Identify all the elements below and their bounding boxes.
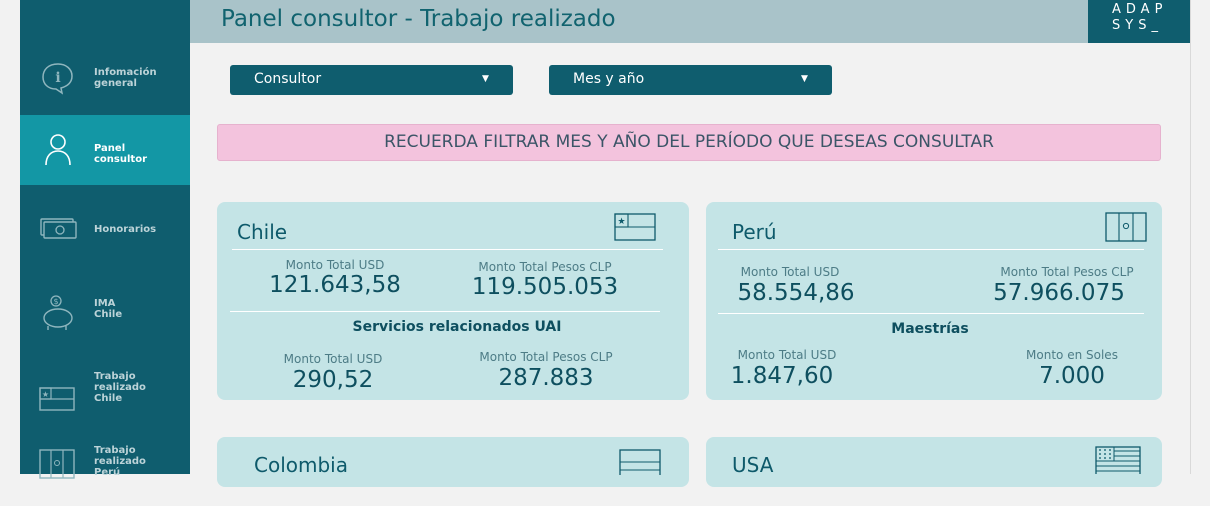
sidebar-item-label: Trabajo realizado Chile	[94, 371, 146, 404]
logo-text-line1: ADAP	[1112, 2, 1168, 17]
section-title: Servicios relacionados UAI	[352, 319, 562, 335]
sidebar-item-label: Honorarios	[94, 224, 157, 235]
divider	[230, 311, 660, 312]
consultor-dropdown-label: Consultor	[254, 71, 322, 87]
card-title: Chile	[237, 220, 288, 244]
usd-value: 1.847,60	[730, 363, 834, 389]
sidebar-item-label: Trabajo realizado Perú	[94, 445, 146, 478]
page-title: Panel consultor - Trabajo realizado	[221, 6, 616, 32]
chile-card: Chile ★ Monto Total USD 121.643,58 Monto…	[217, 202, 689, 400]
sidebar: i Infomación general Panel consultor Honor…	[20, 0, 190, 479]
card-title: Colombia	[254, 453, 348, 477]
usd-label: Monto Total USD	[283, 352, 383, 366]
usd-label: Monto Total USD	[737, 348, 837, 362]
usd-value: 290,52	[292, 367, 374, 393]
svg-text:★: ★	[42, 390, 49, 399]
adapsys-logo: ADAP SYS_	[1088, 0, 1190, 43]
usa-flag-icon	[1095, 446, 1141, 474]
filter-reminder-banner: RECUERDA FILTRAR MES Y AÑO DEL PERÍODO Q…	[217, 124, 1161, 161]
logo-text-line2: SYS_	[1112, 18, 1163, 33]
colombia-flag-icon	[619, 449, 661, 475]
clp-value: 57.966.075	[993, 280, 1125, 306]
divider	[718, 249, 1144, 250]
clp-label: Monto Total Pesos CLP	[478, 260, 612, 274]
section-title: Maestrías	[891, 321, 969, 337]
clp-value: 287.883	[498, 365, 594, 391]
clp-label: Monto Total Pesos CLP	[479, 350, 613, 364]
clp-value: 119.505.053	[471, 274, 619, 300]
chile-flag-icon: ★	[39, 387, 75, 411]
sidebar-item-panel-consultor[interactable]: Panel consultor	[20, 115, 190, 185]
usd-value: 121.643,58	[269, 272, 401, 298]
sidebar-item-label: Infomación general	[94, 67, 157, 89]
usd-label: Monto Total USD	[740, 265, 840, 279]
user-icon	[45, 134, 71, 166]
colombia-card: Colombia	[217, 437, 689, 487]
sidebar-item-honorarios[interactable]: Honorarios	[20, 194, 190, 264]
card-title: USA	[732, 453, 774, 477]
usa-card: USA	[706, 437, 1162, 487]
chevron-down-icon: ▼	[482, 74, 489, 84]
svg-text:★: ★	[617, 217, 625, 227]
left-margin	[0, 0, 20, 474]
soles-value: 7.000	[1039, 363, 1105, 389]
card-title: Perú	[732, 220, 777, 244]
right-margin	[1190, 0, 1210, 474]
sidebar-item-ima-chile[interactable]: $ IMA Chile	[20, 278, 190, 348]
peru-flag-icon	[39, 449, 75, 479]
money-bills-icon	[40, 218, 77, 239]
mes-anio-dropdown-label: Mes y año	[573, 71, 645, 87]
chile-flag-icon: ★	[614, 213, 656, 241]
soles-label: Monto en Soles	[1026, 348, 1118, 362]
sidebar-item-label: Panel consultor	[94, 143, 147, 165]
info-bubble-icon: i	[42, 63, 73, 95]
usd-label: Monto Total USD	[285, 258, 385, 272]
chevron-down-icon: ▼	[801, 74, 808, 84]
mes-anio-dropdown[interactable]: Mes y año ▼	[549, 65, 832, 95]
consultor-dropdown[interactable]: Consultor ▼	[230, 65, 513, 95]
sidebar-item-trabajo-chile[interactable]: ★ Trabajo realizado Chile	[20, 360, 190, 430]
sidebar-item-informacion-general[interactable]: i Infomación general	[20, 44, 190, 114]
sidebar-item-trabajo-peru[interactable]: Trabajo realizado Perú	[20, 436, 190, 506]
svg-text:$: $	[53, 297, 58, 306]
usd-value: 58.554,86	[737, 280, 855, 306]
peru-flag-icon	[1105, 212, 1147, 242]
sidebar-item-label: IMA Chile	[94, 298, 123, 320]
peru-card: Perú Monto Total USD 58.554,86 Monto Tot…	[706, 202, 1162, 400]
piggy-bank-icon: $	[43, 295, 73, 330]
divider	[232, 249, 663, 250]
clp-label: Monto Total Pesos CLP	[1000, 265, 1134, 279]
divider	[718, 313, 1144, 314]
header-bar: Panel consultor - Trabajo realizado	[190, 0, 1088, 43]
svg-text:i: i	[55, 70, 60, 86]
